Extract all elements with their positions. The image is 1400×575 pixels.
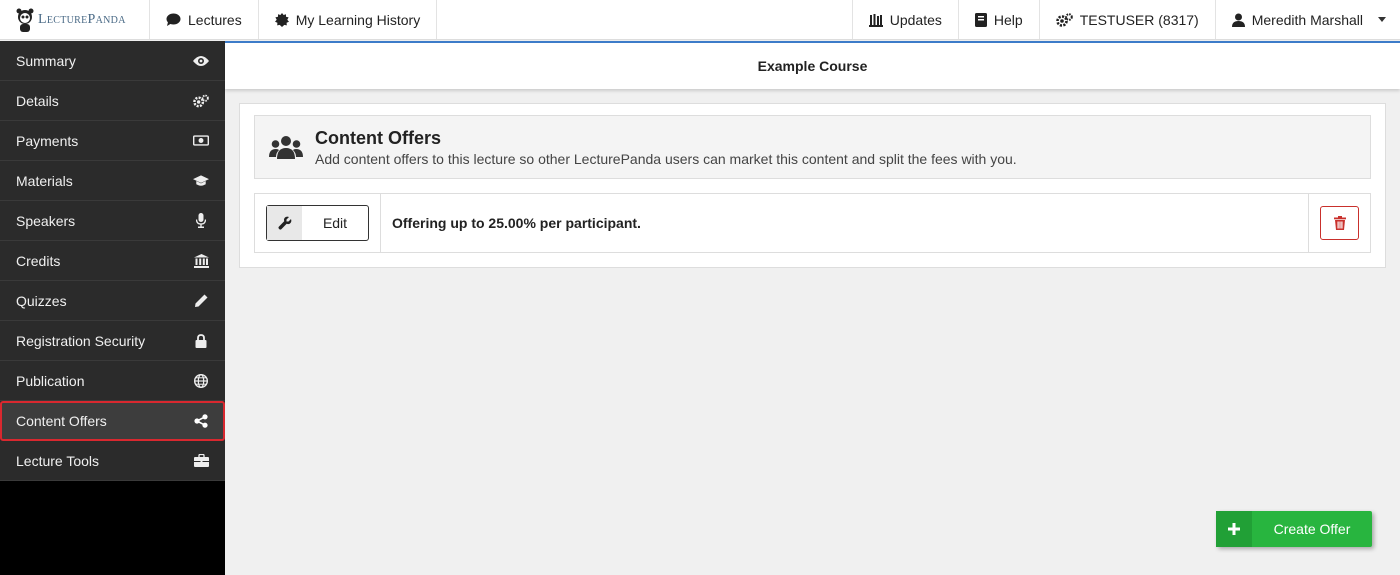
sidebar-item-label: Materials — [16, 172, 73, 189]
briefcase-icon — [193, 453, 209, 469]
graduation-cap-icon — [193, 173, 209, 189]
gears-icon — [1055, 12, 1073, 27]
globe-icon — [193, 373, 209, 389]
create-offer-button[interactable]: Create Offer — [1216, 511, 1372, 547]
gears-icon — [193, 93, 209, 109]
course-title-bar: Example Course — [225, 41, 1400, 89]
sidebar-item-label: Quizzes — [16, 292, 67, 309]
lock-icon — [193, 333, 209, 349]
sidebar-item-quizzes[interactable]: Quizzes — [0, 281, 225, 321]
pencil-icon — [193, 293, 209, 309]
sidebar: Summary Details Payments Materials Speakers C… — [0, 41, 225, 575]
sidebar-item-payments[interactable]: Payments — [0, 121, 225, 161]
nav-help[interactable]: Help — [957, 0, 1039, 39]
nav-learning-history[interactable]: My Learning History — [259, 0, 438, 39]
sidebar-menu: Summary Details Payments Materials Speakers C… — [0, 41, 225, 481]
nav-user-label: Meredith Marshall — [1251, 11, 1363, 28]
sidebar-item-label: Summary — [16, 52, 76, 69]
share-icon — [193, 413, 209, 429]
sidebar-item-details[interactable]: Details — [0, 81, 225, 121]
updates-icon — [868, 13, 883, 27]
sidebar-item-registration-security[interactable]: Registration Security — [0, 321, 225, 361]
delete-offer-button[interactable] — [1320, 206, 1359, 240]
offer-row: Edit Offering up to 25.00% per participa… — [254, 193, 1371, 253]
sidebar-item-label: Content Offers — [16, 413, 107, 429]
sidebar-item-lecture-tools[interactable]: Lecture Tools — [0, 441, 225, 481]
users-icon — [269, 136, 303, 159]
section-title: Content Offers — [315, 127, 441, 148]
nav-lectures-label: Lectures — [188, 11, 242, 28]
content-offers-panel: Content Offers Add content offers to thi… — [239, 103, 1386, 268]
money-icon — [193, 133, 209, 149]
sidebar-item-label: Publication — [16, 372, 85, 389]
microphone-icon — [193, 213, 209, 229]
panda-icon — [16, 8, 34, 32]
certificate-icon — [274, 12, 289, 27]
sidebar-item-content-offers[interactable]: Content Offers — [0, 401, 225, 441]
book-icon — [974, 12, 987, 27]
eye-icon — [193, 53, 209, 69]
sidebar-item-materials[interactable]: Materials — [0, 161, 225, 201]
nav-lectures[interactable]: Lectures — [150, 0, 259, 39]
panel-header: Content Offers Add content offers to thi… — [254, 115, 1371, 179]
plus-icon — [1228, 523, 1240, 535]
main-content: Example Course Content Offers Add conten… — [225, 41, 1400, 575]
sidebar-item-label: Credits — [16, 252, 61, 269]
comment-icon — [166, 13, 181, 26]
sidebar-item-label: Lecture Tools — [16, 452, 100, 469]
nav-help-label: Help — [993, 11, 1023, 28]
offer-description: Offering up to 25.00% per participant. — [392, 215, 641, 231]
sidebar-item-label: Registration Security — [16, 332, 146, 349]
nav-learning-history-label: My Learning History — [295, 11, 421, 28]
sidebar-item-label: Details — [16, 92, 59, 109]
user-icon — [1231, 13, 1245, 27]
nav-account-label: TESTUSER (8317) — [1079, 11, 1199, 28]
nav-updates-label: Updates — [889, 11, 942, 28]
nav-user-menu[interactable]: Meredith Marshall — [1214, 0, 1400, 39]
sidebar-item-label: Payments — [16, 132, 79, 149]
sidebar-item-credits[interactable]: Credits — [0, 241, 225, 281]
nav-account[interactable]: TESTUSER (8317) — [1038, 0, 1215, 39]
institution-icon — [193, 253, 209, 269]
sidebar-item-publication[interactable]: Publication — [0, 361, 225, 401]
sidebar-item-summary[interactable]: Summary — [0, 41, 225, 81]
brand-name: LecturePanda — [38, 11, 126, 27]
create-offer-label: Create Offer — [1273, 521, 1351, 537]
edit-offer-label: Edit — [322, 215, 348, 231]
course-title: Example Course — [757, 58, 868, 74]
nav-updates[interactable]: Updates — [851, 0, 958, 39]
trash-icon — [1333, 216, 1346, 230]
sidebar-item-label: Speakers — [16, 212, 76, 229]
section-subtitle: Add content offers to this lecture so ot… — [315, 150, 1017, 167]
wrench-icon — [277, 216, 291, 230]
sidebar-item-speakers[interactable]: Speakers — [0, 201, 225, 241]
edit-offer-button[interactable]: Edit — [266, 205, 369, 241]
top-navbar: LecturePanda Lectures My Learning Histor… — [0, 0, 1400, 40]
chevron-down-icon — [1378, 17, 1386, 22]
brand-logo[interactable]: LecturePanda — [0, 0, 150, 39]
